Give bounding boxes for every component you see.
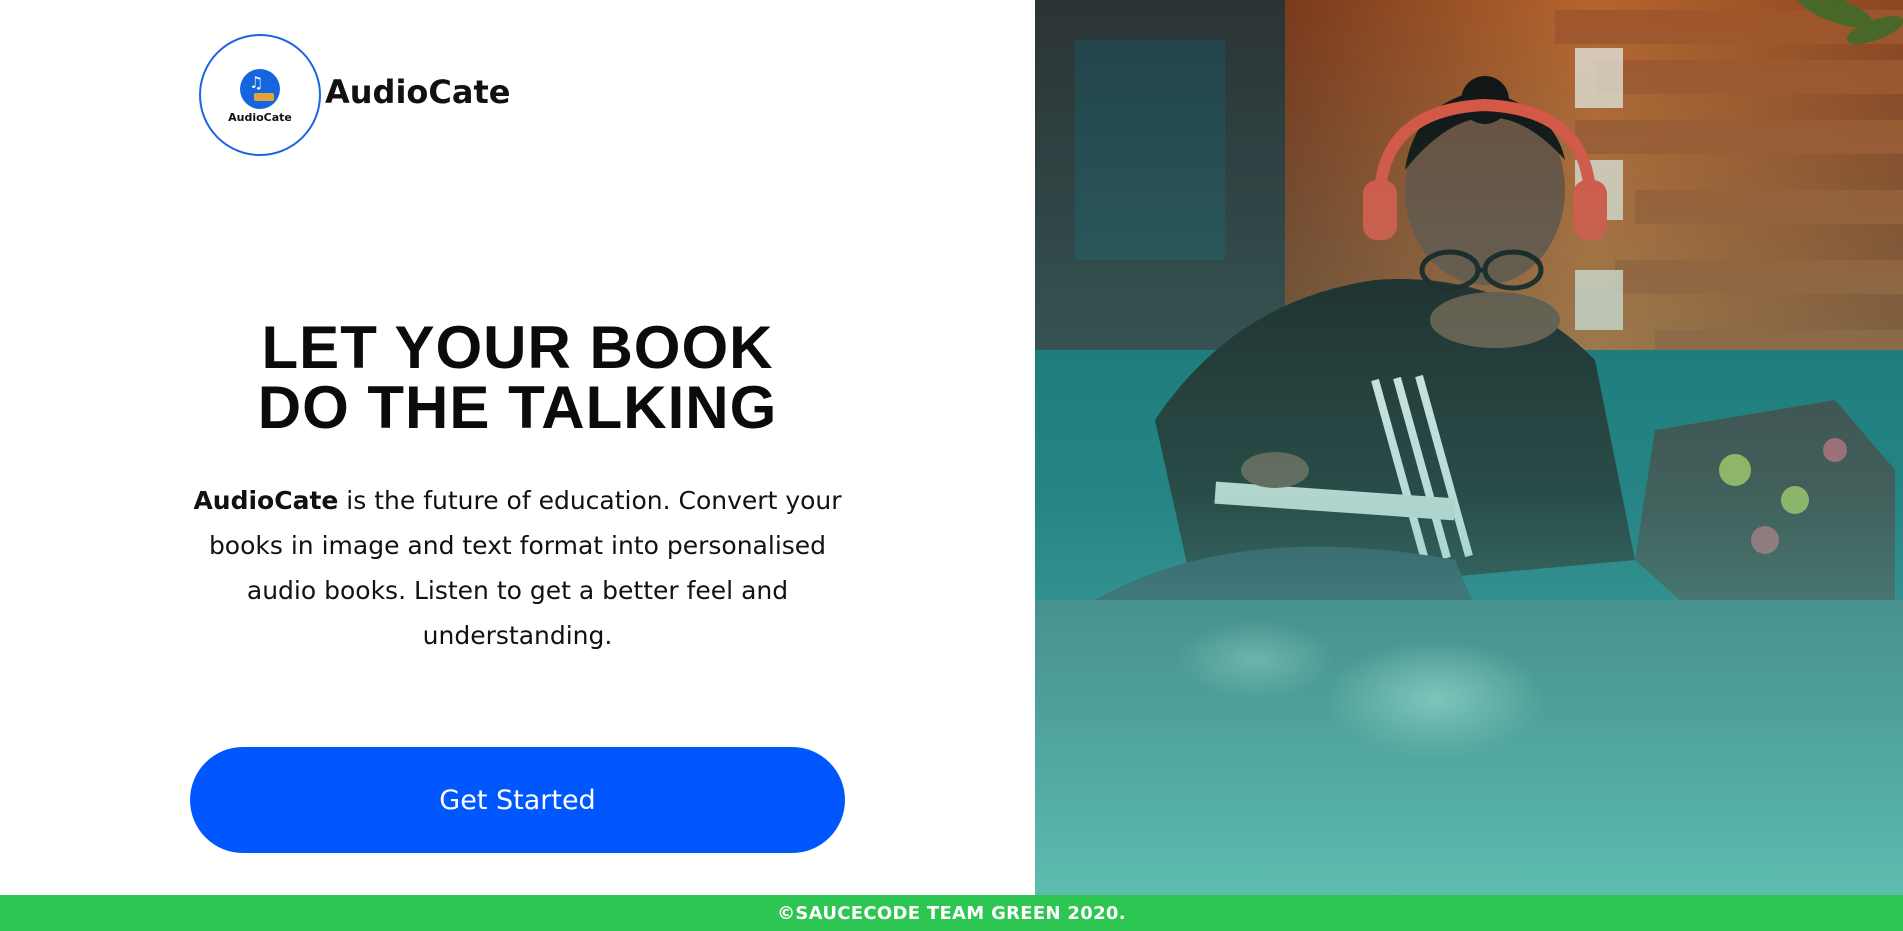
get-started-button[interactable]: Get Started (190, 747, 845, 853)
logo[interactable]: ♫ AudioCate (199, 34, 321, 156)
brand-header: ♫ AudioCate AudioCate (199, 34, 510, 156)
person-listening-photo (1035, 0, 1903, 895)
hero-title-line-2: DO THE TALKING (257, 374, 778, 441)
hero-title-line-1: LET YOUR BOOK (261, 314, 774, 381)
hero-title: LET YOUR BOOK DO THE TALKING (0, 318, 1035, 438)
hero-description: AudioCate is the future of education. Co… (190, 478, 845, 658)
music-book-icon: ♫ (240, 68, 280, 109)
brand-name: AudioCate (325, 73, 511, 111)
logo-text: AudioCate (228, 110, 292, 124)
footer: ©SAUCECODE TEAM GREEN 2020. (0, 895, 1903, 931)
hero-panel: ♫ AudioCate AudioCate LET YOUR BOOK DO T… (0, 0, 1035, 895)
footer-copyright: ©SAUCECODE TEAM GREEN 2020. (777, 902, 1126, 924)
hero-photo (1035, 0, 1903, 895)
landing-page: ♫ AudioCate AudioCate LET YOUR BOOK DO T… (0, 0, 1903, 931)
hero-description-brand: AudioCate (193, 486, 339, 515)
